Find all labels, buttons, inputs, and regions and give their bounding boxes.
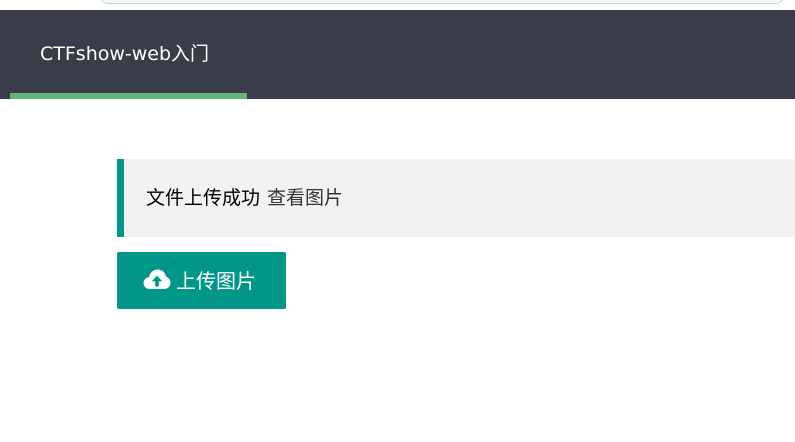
upload-result-message: 文件上传成功 查看图片 (117, 159, 795, 237)
upload-result-text: 文件上传成功 查看图片 (146, 185, 343, 211)
upload-image-button[interactable]: 上传图片 (117, 252, 286, 309)
upload-button-label: 上传图片 (176, 269, 256, 293)
view-image-link[interactable]: 查看图片 (267, 187, 343, 209)
nav-item-label: CTFshow-web入门 (40, 43, 210, 65)
nav-active-indicator (10, 93, 247, 99)
address-bar-edge (100, 0, 784, 4)
cloud-upload-icon (143, 268, 171, 292)
top-navbar: CTFshow-web入门 (0, 10, 795, 99)
upload-status-text: 文件上传成功 (146, 187, 261, 209)
browser-chrome (0, 0, 795, 10)
nav-item-ctfshow-web[interactable]: CTFshow-web入门 (10, 10, 247, 99)
